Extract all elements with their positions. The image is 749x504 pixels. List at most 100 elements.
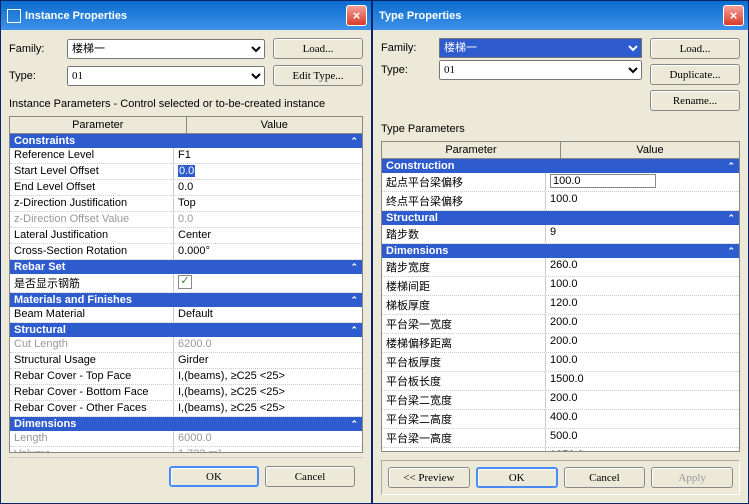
apply-button[interactable]: Apply: [651, 467, 733, 488]
table-row[interactable]: Rebar Cover - Bottom FaceI,(beams), ≥C25…: [10, 385, 362, 401]
table-row[interactable]: Volume1.722 m³: [10, 447, 362, 452]
section-header[interactable]: Rebar Set⌃: [10, 260, 362, 274]
checkbox-icon[interactable]: ✓: [178, 275, 192, 289]
table-row[interactable]: 平台板厚度100.0: [382, 353, 739, 372]
param-value[interactable]: I,(beams), ≥C25 <25>: [174, 385, 362, 400]
param-value[interactable]: 100.0: [546, 192, 739, 210]
load-button[interactable]: Load...: [273, 38, 363, 59]
param-name: 平台板长度: [382, 372, 546, 390]
cancel-button[interactable]: Cancel: [564, 467, 646, 488]
param-value[interactable]: 6000.0: [174, 431, 362, 446]
param-value[interactable]: 200.0: [546, 315, 739, 333]
section-header[interactable]: Dimensions⌃: [10, 417, 362, 431]
collapse-icon: ⌃: [350, 419, 358, 430]
table-row[interactable]: Cut Length6200.0: [10, 337, 362, 353]
section-header[interactable]: Dimensions⌃: [382, 244, 739, 258]
param-value[interactable]: 260.0: [546, 258, 739, 276]
param-value[interactable]: 9: [546, 225, 739, 243]
param-name: Beam Material: [10, 307, 174, 322]
param-value[interactable]: 100.0: [546, 173, 739, 191]
table-row[interactable]: 平台梁一高度500.0: [382, 429, 739, 448]
close-button[interactable]: ×: [346, 5, 367, 26]
table-row[interactable]: Reference LevelF1: [10, 148, 362, 164]
param-value[interactable]: ✓: [174, 274, 362, 292]
param-value[interactable]: I,(beams), ≥C25 <25>: [174, 369, 362, 384]
type-select[interactable]: 01: [439, 60, 642, 80]
table-row[interactable]: Rebar Cover - Other FacesI,(beams), ≥C25…: [10, 401, 362, 417]
param-name: 终点平台梁偏移: [382, 192, 546, 210]
type-select[interactable]: 01: [67, 66, 265, 86]
ok-button[interactable]: OK: [476, 467, 558, 488]
param-value[interactable]: F1: [174, 148, 362, 163]
table-row[interactable]: Cross-Section Rotation0.000°: [10, 244, 362, 260]
param-name: Reference Level: [10, 148, 174, 163]
params-body[interactable]: Constraints⌃Reference LevelF1Start Level…: [10, 134, 362, 452]
table-row[interactable]: 楼梯间距100.0: [382, 277, 739, 296]
window-icon: [7, 9, 21, 23]
section-header[interactable]: Structural⌃: [10, 323, 362, 337]
table-row[interactable]: Length6000.0: [10, 431, 362, 447]
section-header[interactable]: Structural⌃: [382, 211, 739, 225]
param-value[interactable]: I,(beams), ≥C25 <25>: [174, 401, 362, 416]
param-value[interactable]: 0.0: [174, 180, 362, 195]
param-value[interactable]: 100.0: [546, 277, 739, 295]
param-value[interactable]: 1350.0: [546, 448, 739, 451]
load-button[interactable]: Load...: [650, 38, 740, 59]
param-name: 梯板厚度: [382, 296, 546, 314]
param-value[interactable]: 6200.0: [174, 337, 362, 352]
param-value[interactable]: Girder: [174, 353, 362, 368]
param-value[interactable]: 0.000°: [174, 244, 362, 259]
table-row[interactable]: Lateral JustificationCenter: [10, 228, 362, 244]
family-select[interactable]: 楼梯一: [67, 39, 265, 59]
table-row[interactable]: 踏步数9: [382, 225, 739, 244]
window-title: Type Properties: [379, 10, 461, 22]
param-value[interactable]: 200.0: [546, 334, 739, 352]
param-value[interactable]: Top: [174, 196, 362, 211]
param-value[interactable]: Center: [174, 228, 362, 243]
rename-button[interactable]: Rename...: [650, 90, 740, 111]
param-value[interactable]: 0.0: [174, 164, 362, 179]
cancel-button[interactable]: Cancel: [265, 466, 355, 487]
param-value[interactable]: 0.0: [174, 212, 362, 227]
section-header[interactable]: Materials and Finishes⌃: [10, 293, 362, 307]
edit-type-button[interactable]: Edit Type...: [273, 65, 363, 86]
family-select[interactable]: 楼梯一: [439, 38, 642, 58]
preview-button[interactable]: << Preview: [388, 467, 470, 488]
table-row[interactable]: 踏步宽度260.0: [382, 258, 739, 277]
table-row[interactable]: 平台梁二高度400.0: [382, 410, 739, 429]
section-header[interactable]: Construction⌃: [382, 159, 739, 173]
table-row[interactable]: 平台梁二宽度200.0: [382, 391, 739, 410]
table-row[interactable]: Structural UsageGirder: [10, 353, 362, 369]
ok-button[interactable]: OK: [169, 466, 259, 487]
section-header[interactable]: Constraints⌃: [10, 134, 362, 148]
param-value[interactable]: 400.0: [546, 410, 739, 428]
param-value[interactable]: 500.0: [546, 429, 739, 447]
close-button[interactable]: ×: [723, 5, 744, 26]
table-row[interactable]: End Level Offset0.0: [10, 180, 362, 196]
table-row[interactable]: 起点平台梁偏移100.0: [382, 173, 739, 192]
param-name: Rebar Cover - Bottom Face: [10, 385, 174, 400]
param-value[interactable]: 1.722 m³: [174, 447, 362, 452]
param-value[interactable]: Default: [174, 307, 362, 322]
collapse-icon: ⌃: [350, 295, 358, 306]
param-value[interactable]: 1500.0: [546, 372, 739, 390]
param-value[interactable]: 120.0: [546, 296, 739, 314]
table-row[interactable]: 平台板长度1500.0: [382, 372, 739, 391]
table-row[interactable]: 梯板厚度120.0: [382, 296, 739, 315]
table-row[interactable]: 楼梯偏移距离200.0: [382, 334, 739, 353]
table-row[interactable]: z-Direction JustificationTop: [10, 196, 362, 212]
table-row[interactable]: z-Direction Offset Value0.0: [10, 212, 362, 228]
table-row[interactable]: 是否显示钢筋✓: [10, 274, 362, 293]
table-row[interactable]: 平台梁一宽度200.0: [382, 315, 739, 334]
table-row[interactable]: Beam MaterialDefault: [10, 307, 362, 323]
duplicate-button[interactable]: Duplicate...: [650, 64, 740, 85]
table-row[interactable]: Rebar Cover - Top FaceI,(beams), ≥C25 <2…: [10, 369, 362, 385]
param-value[interactable]: 100.0: [546, 353, 739, 371]
table-row[interactable]: Start Level Offset0.0: [10, 164, 362, 180]
params-body[interactable]: Construction⌃起点平台梁偏移100.0终点平台梁偏移100.0Str…: [382, 159, 739, 451]
param-name: Rebar Cover - Other Faces: [10, 401, 174, 416]
table-row[interactable]: 楼梯宽度1350.0: [382, 448, 739, 451]
param-value[interactable]: 200.0: [546, 391, 739, 409]
table-row[interactable]: 终点平台梁偏移100.0: [382, 192, 739, 211]
collapse-icon: ⌃: [350, 325, 358, 336]
